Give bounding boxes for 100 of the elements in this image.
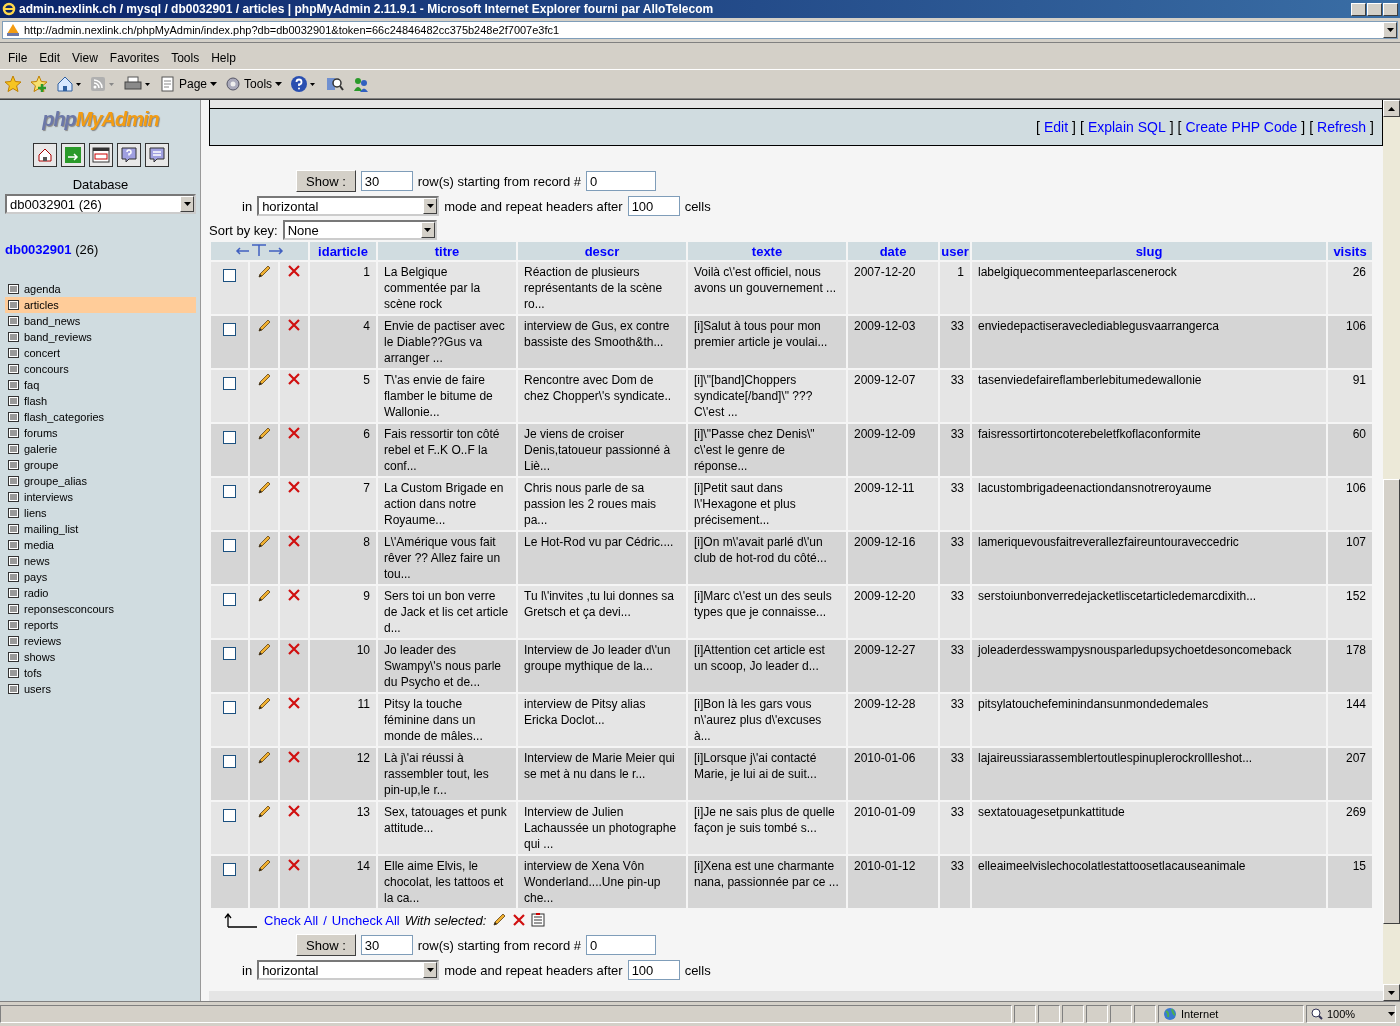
delete-icon[interactable] [287, 372, 301, 386]
pencil-icon[interactable] [491, 912, 508, 928]
table-item[interactable]: articles [5, 297, 196, 313]
query-link[interactable]: Create PHP Code [1185, 119, 1298, 135]
menu-item[interactable]: File [2, 51, 34, 65]
table-item[interactable]: reponsesconcours [5, 601, 196, 617]
table-item[interactable]: liens [5, 505, 196, 521]
help-icon[interactable] [116, 143, 141, 167]
row-checkbox[interactable] [223, 755, 236, 768]
show-button[interactable]: Show : [296, 934, 356, 956]
row-checkbox[interactable] [223, 863, 236, 876]
column-header[interactable]: descr [518, 242, 686, 260]
delete-icon[interactable] [287, 804, 301, 818]
table-item[interactable]: flash [5, 393, 196, 409]
mode-select[interactable]: horizontal [257, 960, 440, 980]
table-item[interactable]: flash_categories [5, 409, 196, 425]
delete-icon[interactable] [512, 913, 527, 927]
table-item[interactable]: band_reviews [5, 329, 196, 345]
pencil-icon[interactable] [256, 264, 272, 280]
database-link[interactable]: db0032901 [5, 242, 72, 257]
row-checkbox[interactable] [223, 323, 236, 336]
messenger-icon[interactable] [352, 75, 371, 93]
pencil-icon[interactable] [256, 858, 272, 874]
query-window-icon[interactable] [88, 143, 113, 167]
table-item[interactable]: news [5, 553, 196, 569]
delete-icon[interactable] [287, 696, 301, 710]
query-link[interactable]: Explain SQL [1087, 119, 1166, 135]
exit-icon[interactable] [60, 143, 85, 167]
table-item[interactable]: reviews [5, 633, 196, 649]
rows-field[interactable]: 30 [360, 935, 413, 955]
pencil-icon[interactable] [256, 372, 272, 388]
repeat-field[interactable]: 100 [627, 196, 680, 216]
sql-docs-icon[interactable] [144, 143, 169, 167]
row-checkbox[interactable] [223, 593, 236, 606]
table-item[interactable]: groupe [5, 457, 196, 473]
delete-icon[interactable] [287, 858, 301, 872]
table-item[interactable]: interviews [5, 489, 196, 505]
column-header[interactable]: titre [378, 242, 516, 260]
row-checkbox[interactable] [223, 809, 236, 822]
pencil-icon[interactable] [256, 696, 272, 712]
uncheck-all-link[interactable]: Uncheck All [331, 912, 400, 928]
show-button[interactable]: Show : [296, 170, 356, 192]
query-link[interactable]: Refresh [1317, 119, 1367, 135]
delete-icon[interactable] [287, 264, 301, 278]
rows-field[interactable]: 30 [360, 171, 413, 191]
zoom-button[interactable]: 100% [1306, 1005, 1396, 1023]
tools-menu-button[interactable]: Tools [225, 76, 283, 92]
table-item[interactable]: band_news [5, 313, 196, 329]
pencil-icon[interactable] [256, 318, 272, 334]
column-header[interactable]: user [940, 242, 970, 260]
table-item[interactable]: users [5, 681, 196, 697]
research-icon[interactable] [326, 75, 345, 93]
table-item[interactable]: tofs [5, 665, 196, 681]
export-icon[interactable] [531, 913, 546, 927]
table-item[interactable]: concours [5, 361, 196, 377]
table-item[interactable]: faq [5, 377, 196, 393]
pencil-icon[interactable] [256, 426, 272, 442]
column-header[interactable]: visits [1328, 242, 1372, 260]
pencil-icon[interactable] [256, 750, 272, 766]
home-icon[interactable] [32, 143, 57, 167]
table-item[interactable]: radio [5, 585, 196, 601]
table-item[interactable]: forums [5, 425, 196, 441]
delete-icon[interactable] [287, 426, 301, 440]
menu-item[interactable]: Favorites [103, 51, 166, 65]
pencil-icon[interactable] [256, 588, 272, 604]
check-all-link[interactable]: Check All [264, 912, 319, 928]
table-item[interactable]: media [5, 537, 196, 553]
row-checkbox[interactable] [223, 431, 236, 444]
delete-icon[interactable] [287, 534, 301, 548]
dropdown-button[interactable] [1383, 22, 1397, 38]
maximize-button[interactable] [1367, 2, 1382, 16]
pencil-icon[interactable] [256, 642, 272, 658]
add-favorite-icon[interactable] [30, 75, 48, 93]
pencil-icon[interactable] [256, 534, 272, 550]
table-item[interactable]: reports [5, 617, 196, 633]
row-checkbox[interactable] [223, 485, 236, 498]
table-item[interactable]: shows [5, 649, 196, 665]
table-item[interactable]: mailing_list [5, 521, 196, 537]
mode-select[interactable]: horizontal [257, 196, 440, 216]
menu-item[interactable]: Edit [33, 51, 67, 65]
minimize-button[interactable] [1351, 2, 1366, 16]
column-header[interactable]: texte [688, 242, 846, 260]
pencil-icon[interactable] [256, 804, 272, 820]
delete-icon[interactable] [287, 750, 301, 764]
page-menu-button[interactable]: Page [160, 76, 218, 92]
table-item[interactable]: groupe_alias [5, 473, 196, 489]
column-header[interactable]: slug [972, 242, 1326, 260]
scrollbar[interactable] [1383, 100, 1400, 1001]
star-icon[interactable] [4, 75, 22, 93]
scroll-thumb[interactable] [1383, 479, 1400, 924]
address-field[interactable]: http://admin.nexlink.ch/phpMyAdmin/index.php?db=db0032901&token=66c24846482cc375b248e2f7007e3fc1 [2, 21, 1398, 39]
column-header[interactable]: idarticle [310, 242, 376, 260]
row-checkbox[interactable] [223, 269, 236, 282]
close-button[interactable] [1383, 2, 1398, 16]
menu-item[interactable]: Help [205, 51, 242, 65]
pencil-icon[interactable] [256, 480, 272, 496]
menu-item[interactable]: View [66, 51, 104, 65]
table-item[interactable]: pays [5, 569, 196, 585]
table-item[interactable]: concert [5, 345, 196, 361]
query-link[interactable]: Edit [1043, 119, 1069, 135]
